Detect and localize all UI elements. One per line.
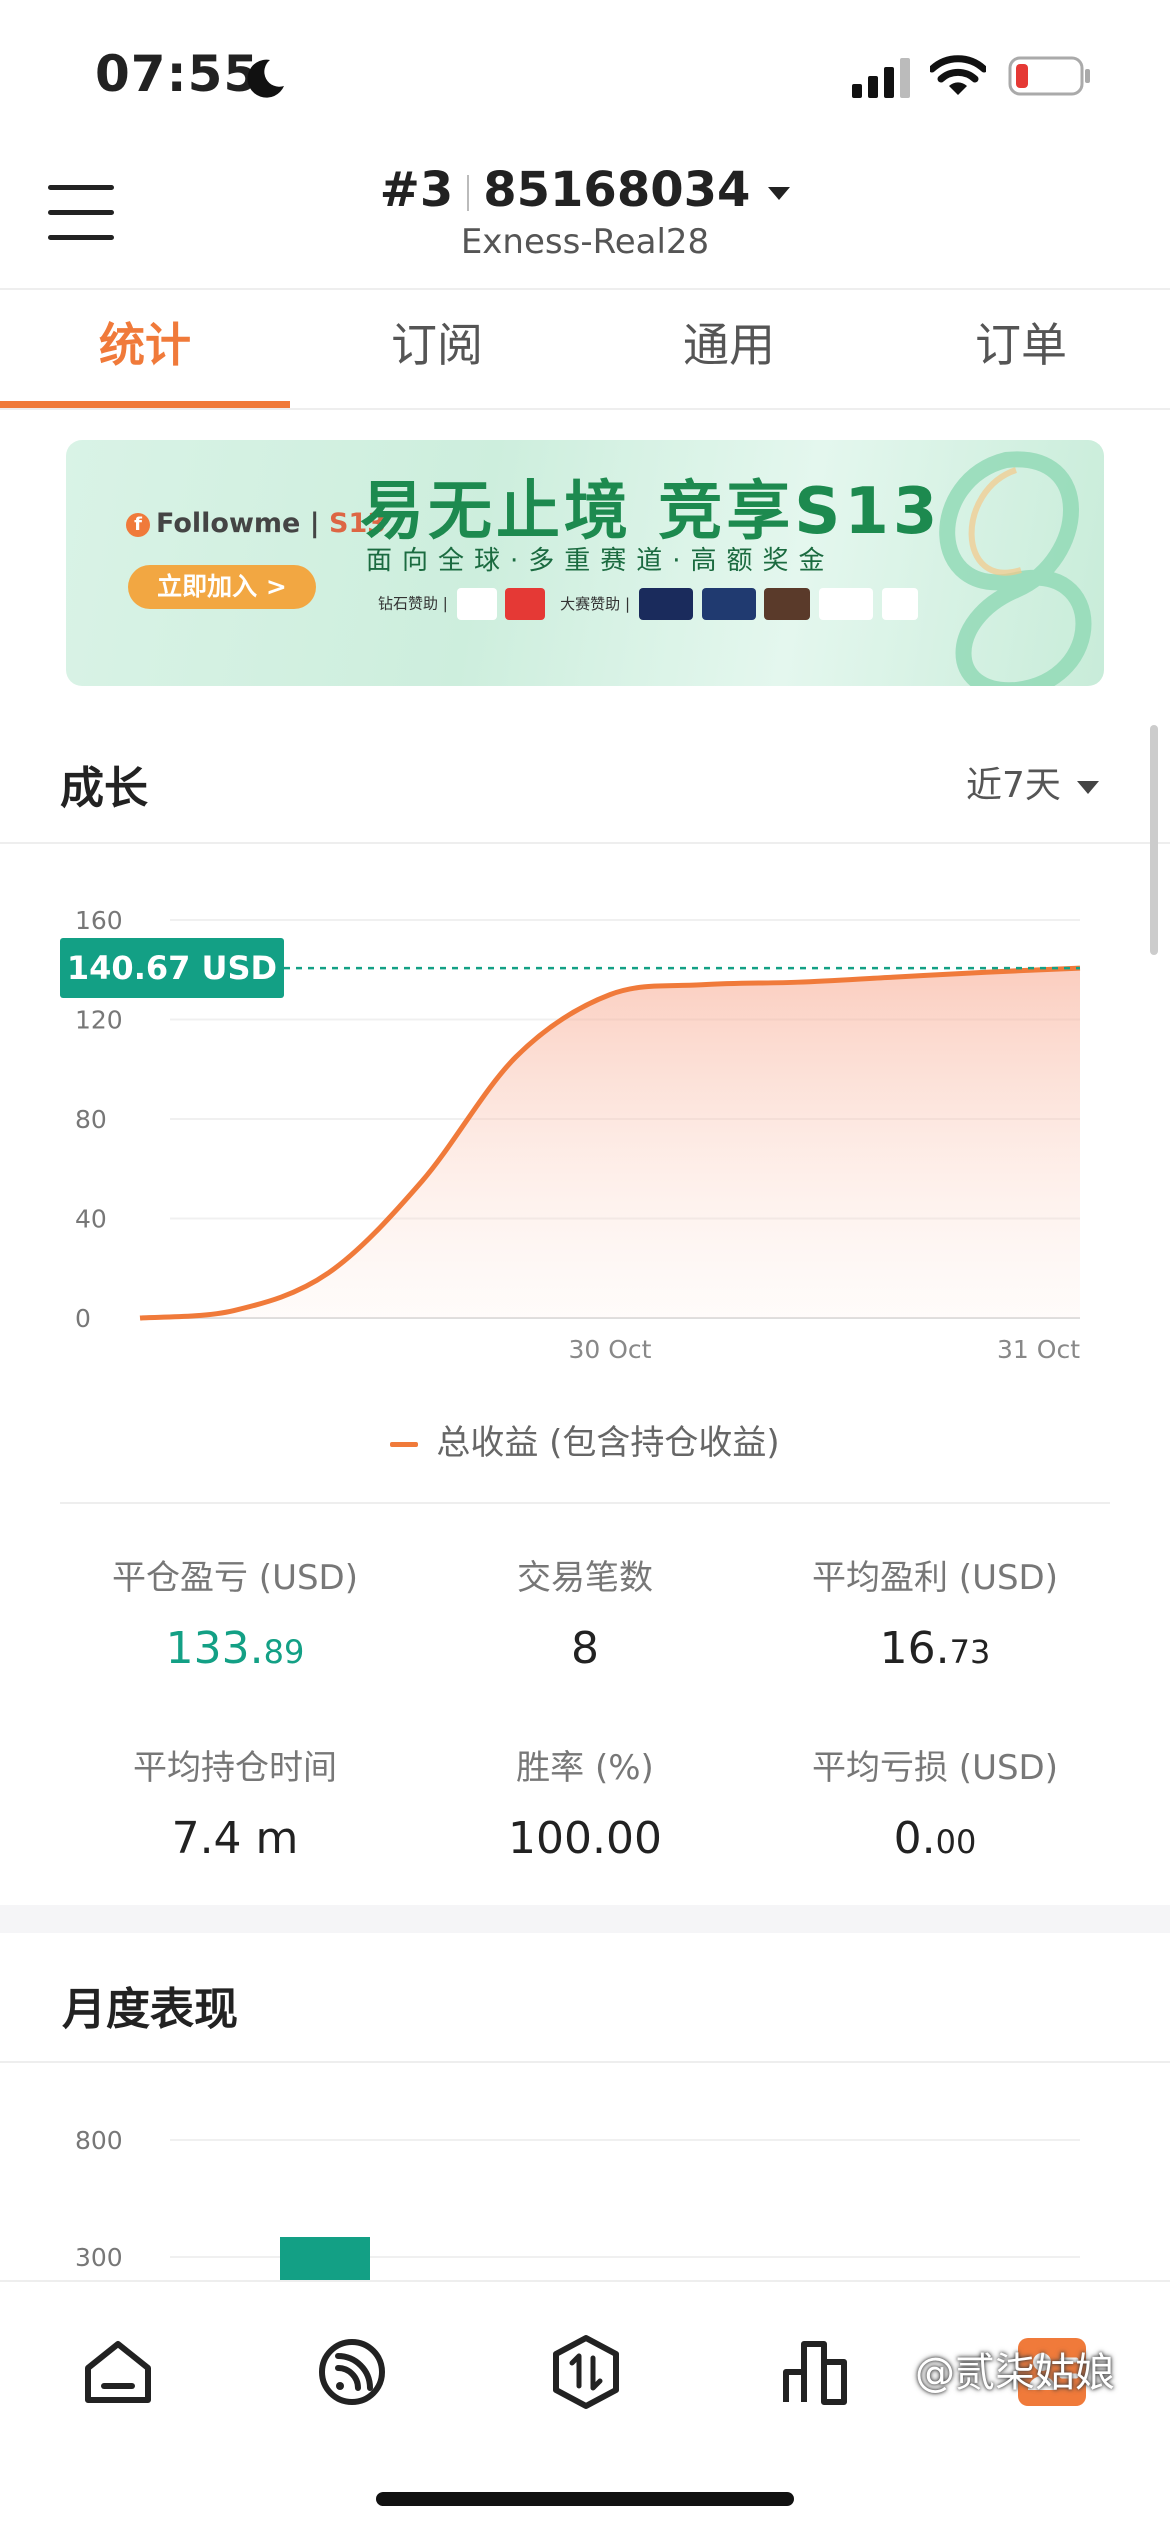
stat-closed-pnl: 平仓盈亏 (USD) 133.89 (60, 1550, 410, 1674)
monthly-bar[interactable] (280, 2237, 370, 2297)
sponsor-logo (701, 588, 756, 620)
y-tick-label: 160 (75, 906, 123, 935)
stat-avg-hold: 平均持仓时间 7.4 m (60, 1740, 410, 1864)
watermark: @贰柒姑娘 (915, 2350, 1115, 2396)
bottom-nav (0, 2280, 1170, 2532)
growth-title: 成长 (60, 763, 148, 814)
tab-orders[interactable]: 订单 (876, 290, 1166, 408)
stat-value: 7.4 m (171, 1813, 299, 1864)
stat-value: 0.00 (893, 1813, 977, 1864)
account-number: 85168034 (483, 162, 751, 218)
stat-value: 8 (571, 1623, 599, 1674)
stat-avg-loss: 平均亏损 (USD) 0.00 (760, 1740, 1110, 1864)
sponsor-logo (456, 588, 497, 620)
promo-banner[interactable]: f Followme | S13 立即加入 > 易无止境 竞享S13 面向全球·多… (66, 440, 1104, 686)
banner-subline: 面向全球·多重赛道·高额奖金 (366, 546, 835, 576)
y-tick-label: 300 (75, 2243, 123, 2272)
legend-swatch (390, 1442, 419, 1447)
stat-trades: 交易笔数 8 (410, 1550, 760, 1674)
growth-area (140, 968, 1080, 1318)
account-header: #3 85168034 Exness-Real28 (0, 150, 1170, 290)
stat-label: 平仓盈亏 (USD) (112, 1558, 358, 1598)
stat-label: 平均持仓时间 (133, 1748, 337, 1788)
section-gap (0, 1905, 1170, 1933)
monthly-section-header: 月度表现 (0, 1933, 1170, 2063)
stat-label: 平均亏损 (USD) (812, 1748, 1058, 1788)
tab-bar: 统计 订阅 通用 订单 (0, 290, 1170, 410)
ranking-icon[interactable] (778, 2332, 858, 2412)
home-icon[interactable] (78, 2332, 158, 2412)
feed-icon[interactable] (312, 2332, 392, 2412)
range-dropdown[interactable]: 近7天 (966, 756, 1099, 808)
tab-general[interactable]: 通用 (584, 290, 874, 408)
y-tick-label: 120 (75, 1006, 123, 1035)
sponsor-logo (819, 588, 874, 620)
stat-avg-profit: 平均盈利 (USD) 16.73 (760, 1550, 1110, 1674)
account-selector[interactable]: #3 85168034 (0, 162, 1170, 218)
legend-label: 总收益 (包含持仓收益) (436, 1423, 780, 1463)
divider (467, 175, 470, 211)
y-tick-label: 80 (75, 1105, 107, 1134)
stat-label: 平均盈利 (USD) (812, 1558, 1058, 1598)
followme-logo-icon: f (126, 512, 150, 537)
caret-down-icon (768, 186, 791, 200)
cellular-signal-icon (852, 58, 910, 98)
y-tick-label: 0 (75, 1304, 91, 1333)
caret-down-icon (1076, 780, 1099, 794)
stat-value: 100.00 (508, 1813, 662, 1864)
moon-icon (247, 59, 284, 98)
stats-grid: 平仓盈亏 (USD) 133.89 交易笔数 8 平均盈利 (USD) 16.7… (0, 1530, 1170, 1890)
stat-label: 交易笔数 (517, 1558, 653, 1598)
monthly-chart: 800 300 (0, 2065, 1170, 2297)
x-tick-label: 31 Oct (997, 1335, 1080, 1364)
sponsor-logo (505, 588, 546, 620)
status-time: 07:55 (95, 45, 260, 103)
y-tick-label: 40 (75, 1205, 107, 1234)
wifi-icon (930, 55, 986, 95)
stat-win-rate: 胜率 (%) 100.00 (410, 1740, 760, 1864)
sponsor-logo (881, 588, 918, 620)
stat-value: 16.73 (879, 1623, 991, 1674)
sponsor-logo (764, 588, 811, 620)
last-value-tag: 140.67 USD (60, 938, 284, 999)
growth-chart: 0 40 80 120 160 30 Oct 31 Oct 140.67 USD (0, 880, 1170, 1380)
divider (60, 1502, 1110, 1504)
tab-subscribe[interactable]: 订阅 (292, 290, 582, 408)
tab-statistics[interactable]: 统计 (0, 290, 290, 408)
sponsor-logo (638, 588, 693, 620)
stat-label: 胜率 (%) (516, 1748, 654, 1788)
account-rank: #3 (379, 162, 454, 218)
x-tick-label: 30 Oct (569, 1335, 652, 1364)
banner-headline: 易无止境 竞享S13 (360, 475, 942, 549)
banner-sponsors: 钻石赞助 | 大赛赞助 | (378, 588, 918, 620)
join-now-button[interactable]: 立即加入 > (128, 565, 316, 609)
monthly-title: 月度表现 (62, 1984, 238, 2035)
account-server: Exness-Real28 (460, 222, 710, 262)
monthly-chart-svg: 800 300 (75, 2126, 1080, 2297)
home-indicator[interactable] (376, 2492, 794, 2506)
chart-legend[interactable]: 总收益 (包含持仓收益) (0, 1415, 1170, 1464)
banner-brand: f Followme | S13 (126, 508, 386, 539)
stat-value: 133.89 (165, 1623, 305, 1674)
battery-icon (1008, 56, 1090, 96)
trade-icon[interactable] (546, 2332, 626, 2412)
y-tick-label: 800 (75, 2126, 123, 2155)
growth-section-header: 成长 近7天 (0, 720, 1170, 844)
status-bar: 07:55 (0, 0, 1170, 150)
